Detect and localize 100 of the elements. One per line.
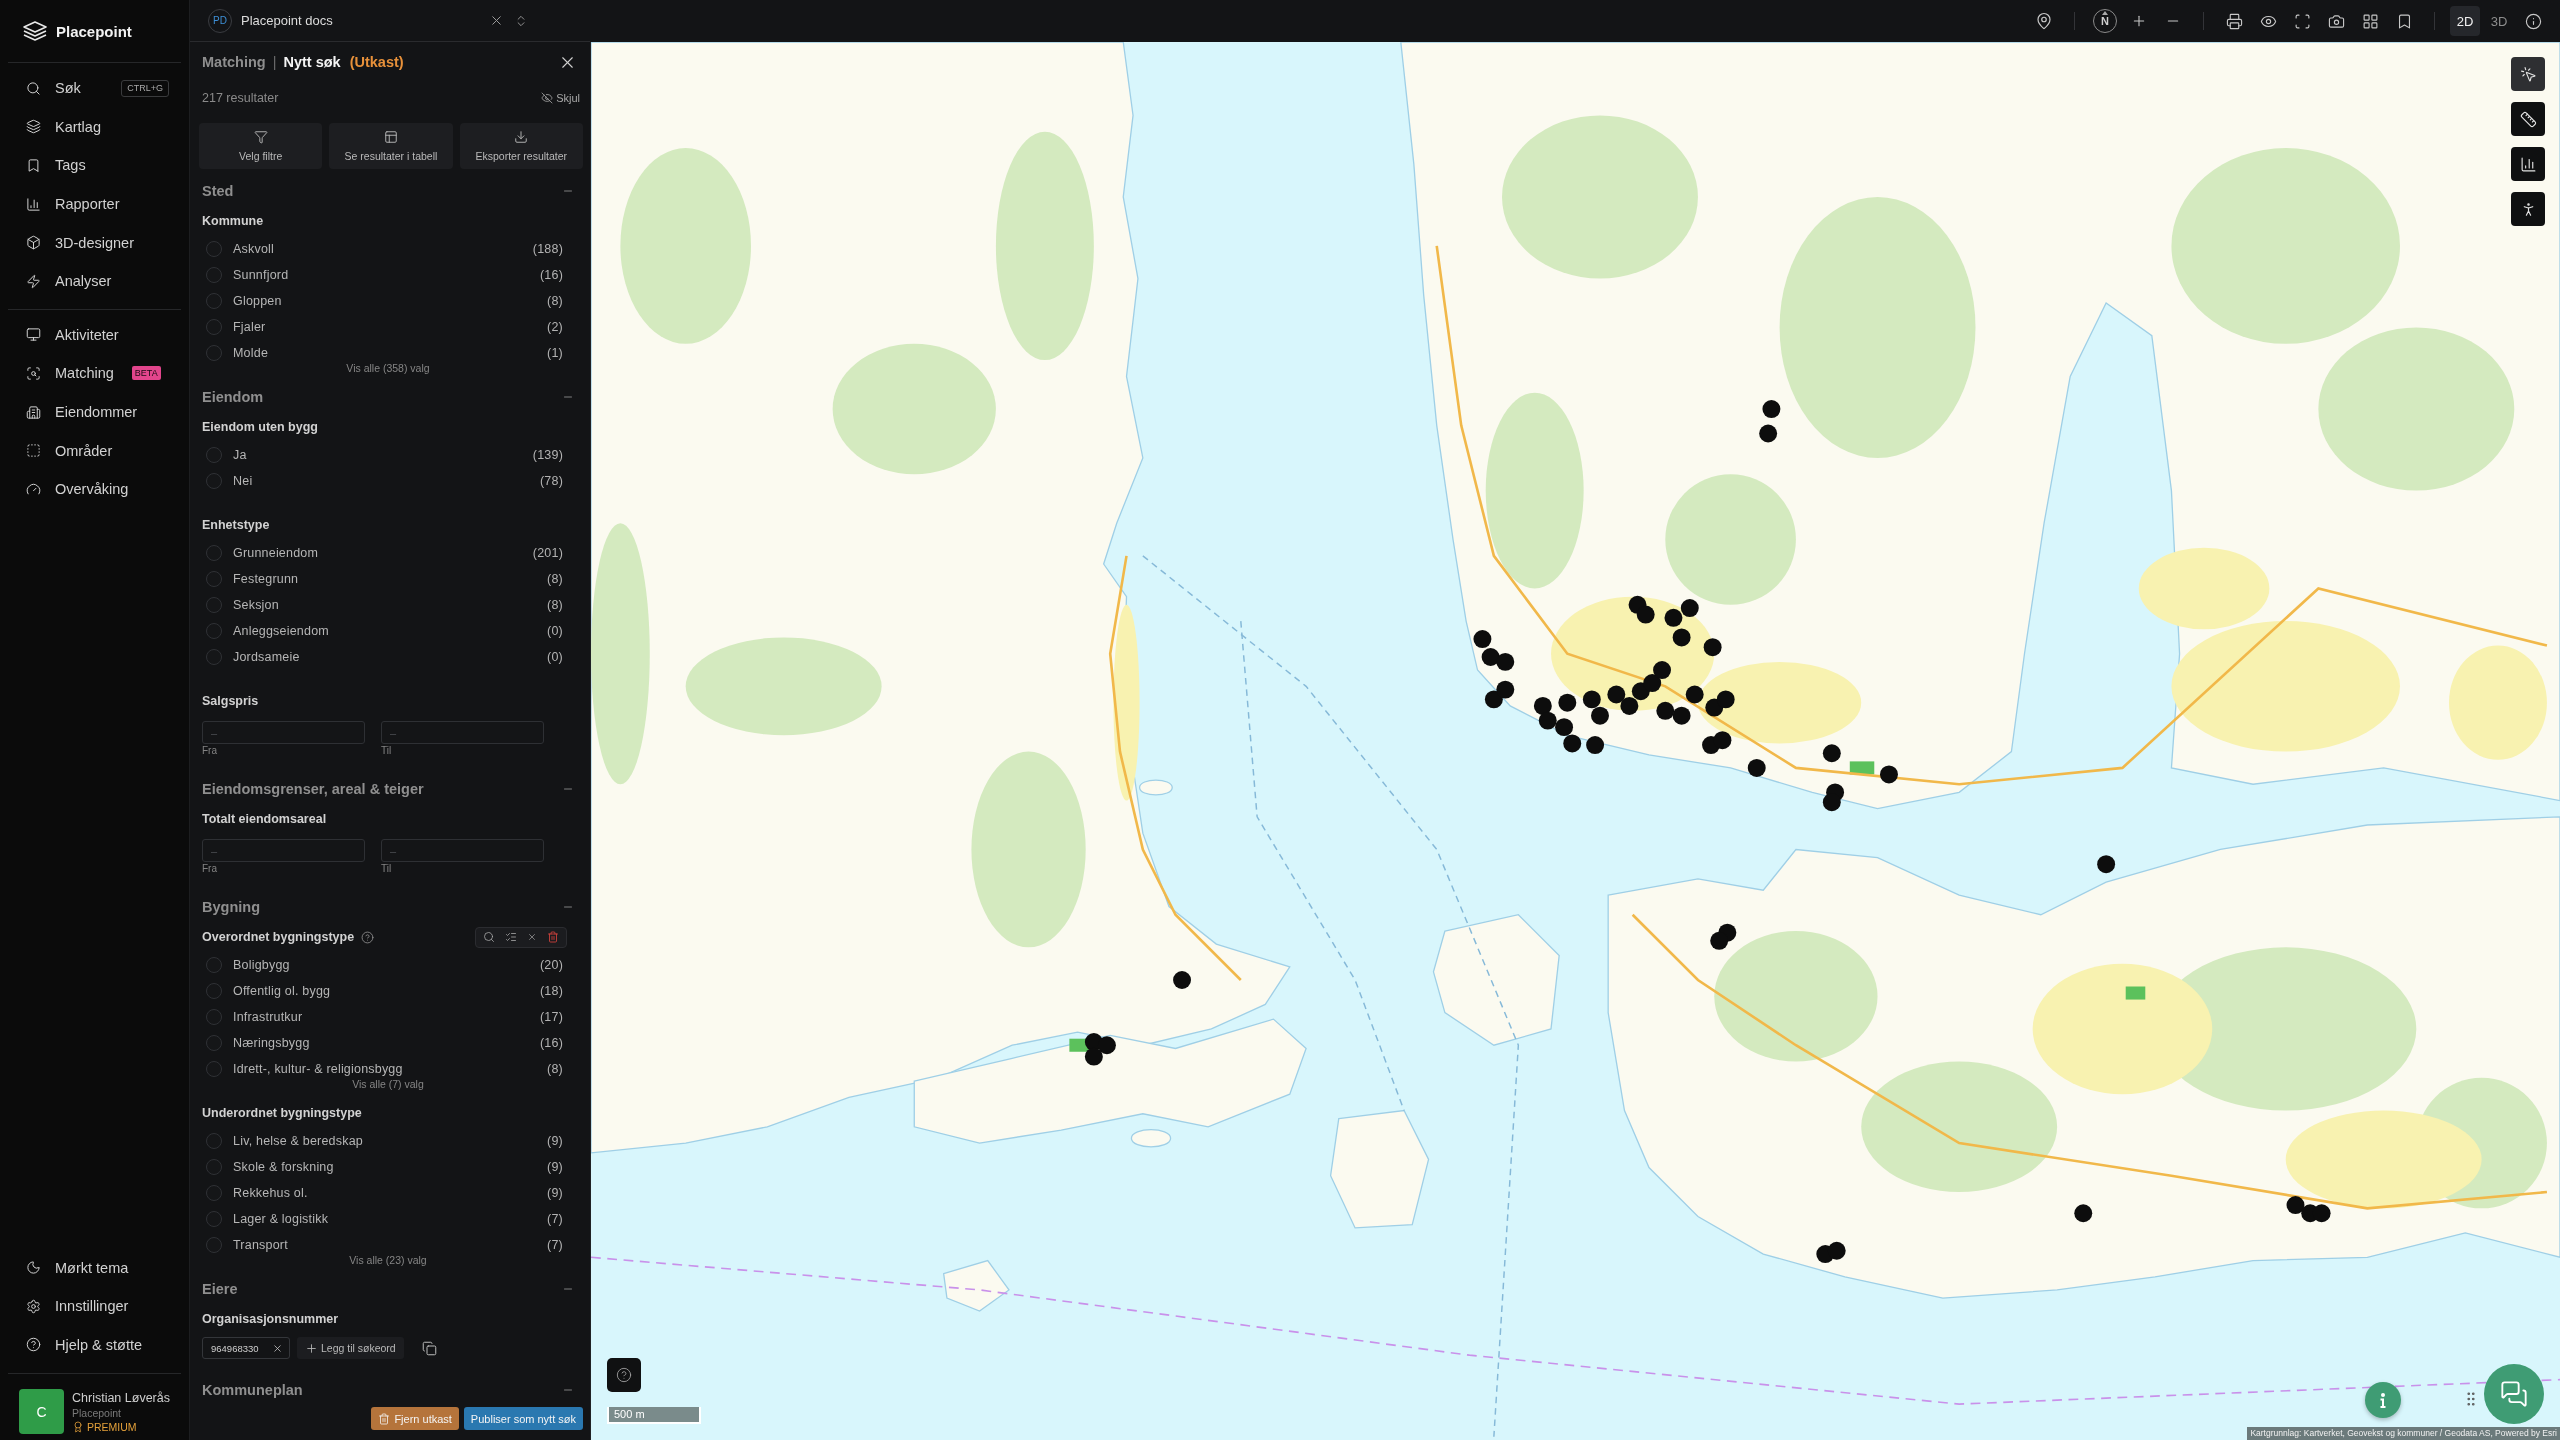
help-icon[interactable] [361,930,375,944]
result-dot-icon [1173,971,1191,989]
section-title[interactable]: Bygning [202,899,260,915]
result-count: 217 resultater [202,91,279,105]
option-count: (8) [547,572,563,586]
radio-button[interactable] [206,267,222,283]
zoom-in-icon[interactable] [2131,13,2147,29]
radio-button[interactable] [206,241,222,257]
section-title[interactable]: Eiendomsgrenser, areal & teiger [202,781,424,797]
nav-item[interactable]: Aktiviteter [8,315,181,355]
radio-button[interactable] [206,597,222,613]
option-count: (7) [547,1238,563,1252]
fullscreen-icon[interactable] [2293,12,2311,30]
map-tool-button[interactable] [2511,192,2545,226]
radio-button[interactable] [206,623,222,639]
nav-item[interactable]: Kartlag [8,107,181,147]
radio-button[interactable] [206,1237,222,1253]
print-icon[interactable] [2225,12,2243,30]
nav-item[interactable]: Overvåking [8,469,181,509]
radio-button[interactable] [206,545,222,561]
radio-button[interactable] [206,1009,222,1025]
nav-item[interactable]: Tags [8,146,181,185]
keyword-chip[interactable]: 964968330 [202,1337,290,1359]
result-dot-icon [1880,765,1898,784]
map-tool-button[interactable] [2511,57,2545,91]
map-tool-button[interactable] [2511,102,2545,136]
user-avatar[interactable]: C [19,1389,64,1434]
radio-button[interactable] [206,319,222,335]
camera-icon[interactable] [2327,12,2345,30]
nav-item[interactable]: Analyser [8,261,181,301]
radio-button[interactable] [206,1185,222,1201]
grid-icon[interactable] [2361,12,2379,30]
section-title[interactable]: Eiendom [202,389,264,405]
nav-item[interactable]: Eiendommer [8,392,181,432]
radio-button[interactable] [206,571,222,587]
range-input[interactable]: – [381,721,544,744]
document-title[interactable]: Placepoint docs [241,13,333,28]
result-dot-icon [1538,711,1557,730]
breadcrumb-link[interactable]: Matching [202,54,266,70]
option-count: (7) [547,1212,563,1226]
hide-button[interactable]: Skjul [541,92,580,104]
view-mode-tab[interactable]: 2D [2450,6,2480,36]
radio-button[interactable] [206,1061,222,1077]
search-icon[interactable] [483,931,495,943]
action-button[interactable]: Eksporter resultater [459,123,583,169]
result-dot-icon [1664,608,1683,627]
trash-icon[interactable] [547,931,559,943]
option-count: (18) [539,984,563,998]
show-all-link[interactable]: Vis alle (358) valg [346,361,430,375]
nav-item[interactable]: 3D-designer [8,223,181,262]
section-title[interactable]: Kommuneplan [202,1382,303,1398]
radio-button[interactable] [206,293,222,309]
help-button[interactable] [607,1358,641,1392]
range-input[interactable]: – [381,839,544,862]
nav-item[interactable]: Områder [8,431,181,470]
nav-item[interactable]: Mørkt tema [8,1248,181,1287]
radio-button[interactable] [206,345,222,361]
island [1138,779,1173,796]
nav-item[interactable]: Søk CTRL+G [8,69,181,108]
option-label: Skole & forskning [233,1160,334,1174]
radio-button[interactable] [206,983,222,999]
nav-item[interactable]: Hjelp & støtte [8,1325,181,1364]
range-input[interactable]: – [202,721,365,744]
section-title[interactable]: Eiere [202,1281,238,1297]
map-pin-icon[interactable] [2035,12,2053,30]
radio-button[interactable] [206,1133,222,1149]
radio-button[interactable] [206,649,222,665]
radio-button[interactable] [206,473,222,489]
radio-button[interactable] [206,1035,222,1051]
show-all-link[interactable]: Vis alle (23) valg [349,1253,427,1267]
nav-item[interactable]: Innstillinger [8,1286,181,1326]
moon-icon [26,1260,41,1275]
result-dot-icon [2286,1196,2305,1215]
radio-button[interactable] [206,1211,222,1227]
info-icon[interactable] [2524,12,2542,30]
close-icon[interactable] [489,13,504,28]
copy-icon[interactable] [421,1340,437,1356]
nav-item[interactable]: Rapporter [8,184,181,224]
radio-button[interactable] [206,1159,222,1175]
action-button[interactable]: Velg filtre [199,123,323,169]
nav-item[interactable]: Matching BETA [8,354,181,393]
remove-icon[interactable] [272,1342,283,1354]
option-count: (0) [547,650,563,664]
result-dot-icon [1827,1241,1846,1260]
publish-button[interactable]: Publiser som nytt søk [463,1407,583,1430]
range-input[interactable]: – [202,839,365,862]
field-label: Fra [202,744,218,758]
add-keyword-button[interactable]: Legg til søkeord [297,1337,404,1359]
remove-draft-button[interactable]: Fjern utkast [371,1407,459,1430]
section-title[interactable]: Sted [202,183,234,199]
radio-button[interactable] [206,447,222,463]
radio-button[interactable] [206,957,222,973]
option-count: (16) [539,1036,563,1050]
clear-icon[interactable] [527,932,537,942]
map-tool-button[interactable] [2511,147,2545,181]
checklist-icon[interactable] [505,931,517,943]
show-all-link[interactable]: Vis alle (7) valg [352,1077,424,1091]
action-button[interactable]: Se resultater i tabell [329,123,453,169]
shortcut-key: CTRL+G [121,79,169,97]
view-mode-tab[interactable]: 3D [2484,6,2514,36]
